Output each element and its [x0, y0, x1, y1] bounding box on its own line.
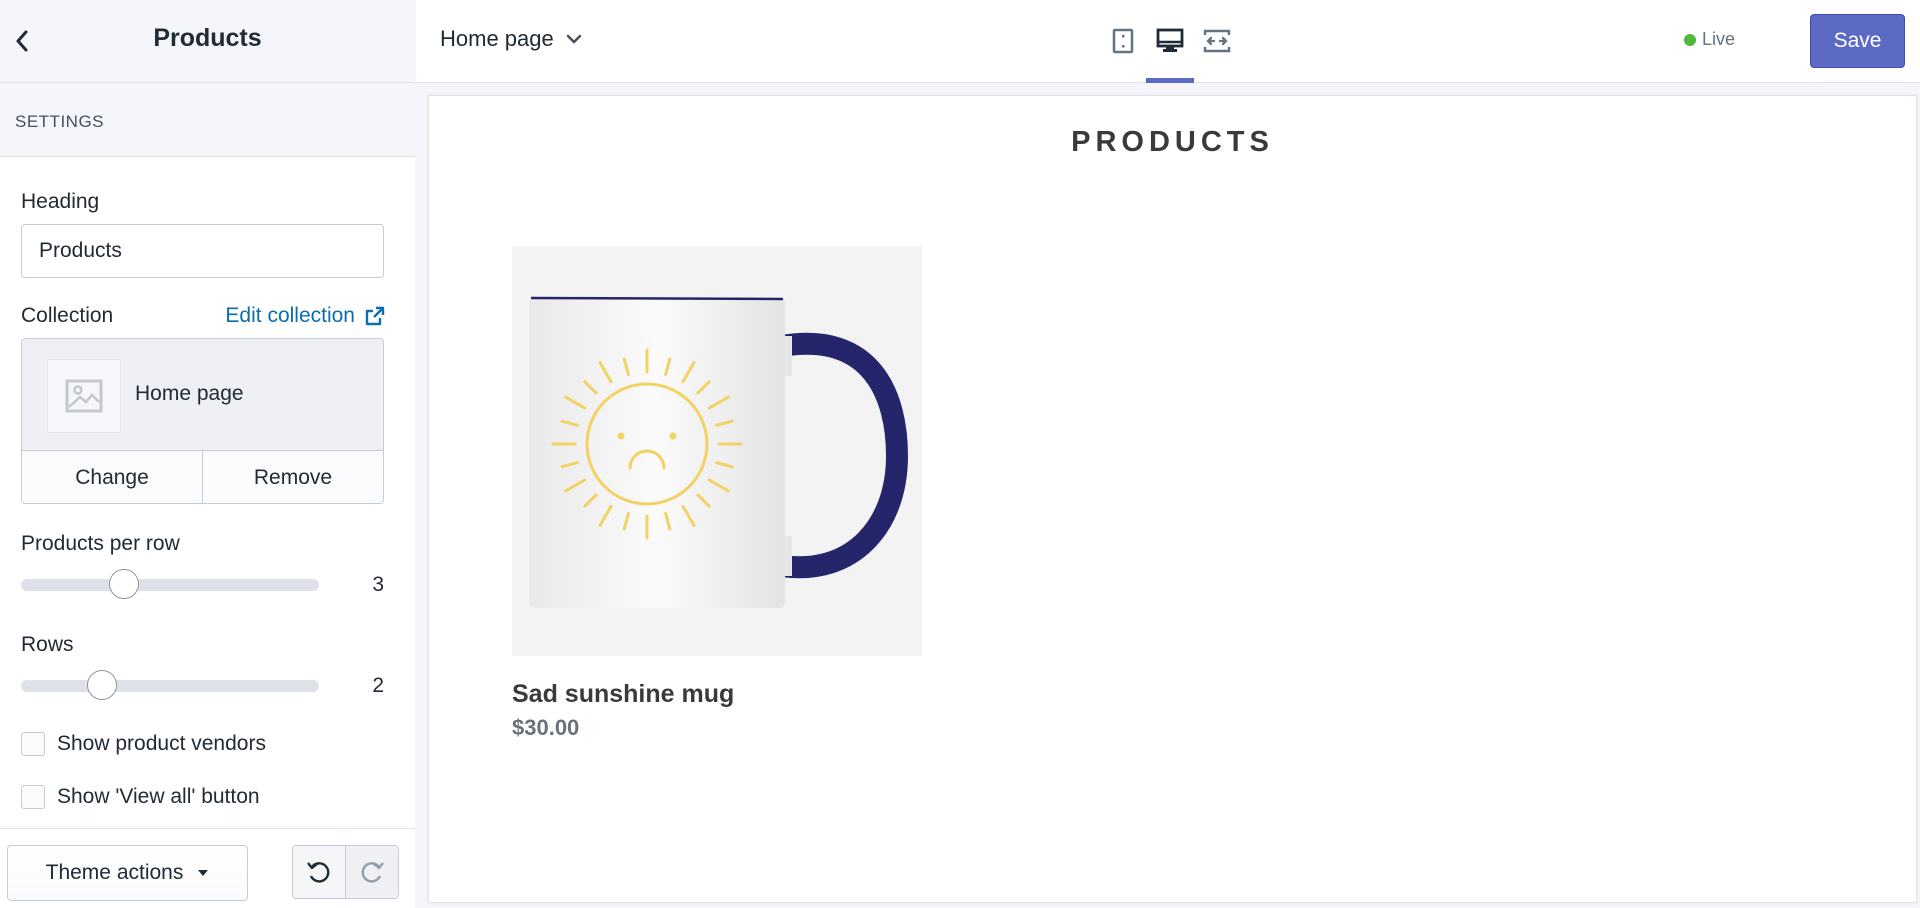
external-link-icon	[365, 306, 385, 326]
settings-form: Heading Collection Edit collection Home …	[0, 157, 415, 828]
full-width-icon	[1203, 29, 1231, 53]
save-button[interactable]: Save	[1810, 14, 1905, 68]
live-label: Live	[1701, 29, 1735, 49]
show-vendors-checkbox[interactable]	[21, 732, 45, 756]
slider-thumb[interactable]	[87, 670, 117, 700]
undo-icon	[307, 862, 330, 883]
live-status: Live	[1683, 29, 1735, 50]
top-bar: Home page Live Save	[416, 0, 1920, 83]
product-price: $30.00	[512, 715, 580, 740]
edit-collection-label: Edit collection	[225, 304, 355, 327]
preview-section-heading: PRODUCTS	[1071, 126, 1274, 158]
caret-down-icon	[198, 870, 209, 876]
active-device-indicator	[1146, 78, 1194, 83]
collection-card: Home page Change Remove	[21, 338, 384, 504]
show-view-all-label: Show 'View all' button	[57, 785, 260, 808]
mug-image	[529, 296, 909, 608]
product-title[interactable]: Sad sunshine mug	[512, 680, 922, 709]
settings-label: SETTINGS	[15, 112, 105, 131]
heading-label: Heading	[21, 190, 100, 213]
full-width-view-button[interactable]	[1197, 22, 1237, 60]
selected-collection[interactable]: Home page	[22, 339, 383, 451]
sidebar-header: Products	[0, 0, 415, 83]
sidebar: Products SETTINGS Heading Collection Edi…	[0, 0, 415, 908]
desktop-view-button[interactable]	[1150, 22, 1190, 60]
chevron-down-icon	[566, 34, 581, 44]
edit-collection-link[interactable]: Edit collection	[225, 304, 385, 328]
undo-button[interactable]	[293, 846, 345, 898]
product-card[interactable]: Sad sunshine mug $30.00	[512, 246, 922, 741]
heading-input[interactable]	[21, 224, 384, 278]
slider-thumb[interactable]	[109, 569, 139, 599]
redo-icon	[361, 862, 384, 883]
collection-thumbnail	[47, 359, 121, 433]
page-selector-label: Home page	[440, 26, 554, 51]
show-vendors-option[interactable]: Show product vendors	[21, 732, 266, 756]
collection-label: Collection	[21, 304, 114, 327]
remove-collection-button[interactable]: Remove	[202, 451, 383, 503]
theme-actions-button[interactable]: Theme actions	[7, 845, 248, 901]
change-collection-button[interactable]: Change	[22, 451, 202, 503]
undo-redo-group	[292, 845, 399, 899]
redo-button[interactable]	[345, 846, 398, 898]
product-image[interactable]	[512, 246, 922, 656]
products-per-row-value: 3	[372, 573, 384, 596]
show-vendors-label: Show product vendors	[57, 732, 266, 755]
desktop-icon	[1156, 28, 1184, 52]
page-selector[interactable]: Home page	[440, 26, 582, 52]
settings-section-header: SETTINGS	[0, 84, 415, 157]
sidebar-title: Products	[153, 24, 262, 52]
collection-name: Home page	[135, 382, 244, 405]
products-per-row-label: Products per row	[21, 532, 180, 555]
mobile-view-button[interactable]	[1103, 22, 1143, 60]
image-placeholder-icon	[65, 379, 103, 413]
live-dot-icon	[1683, 33, 1696, 46]
mobile-icon	[1112, 28, 1134, 54]
show-view-all-option[interactable]: Show 'View all' button	[21, 785, 260, 809]
rows-label: Rows	[21, 633, 74, 656]
sidebar-footer: Theme actions	[0, 828, 415, 908]
show-view-all-checkbox[interactable]	[21, 785, 45, 809]
rows-value: 2	[372, 674, 384, 697]
theme-preview: PRODUCTS Sad sunshine mug $30.00	[428, 95, 1917, 903]
rows-slider[interactable]	[21, 670, 319, 700]
products-per-row-slider[interactable]	[21, 569, 319, 599]
theme-actions-label: Theme actions	[45, 861, 184, 884]
